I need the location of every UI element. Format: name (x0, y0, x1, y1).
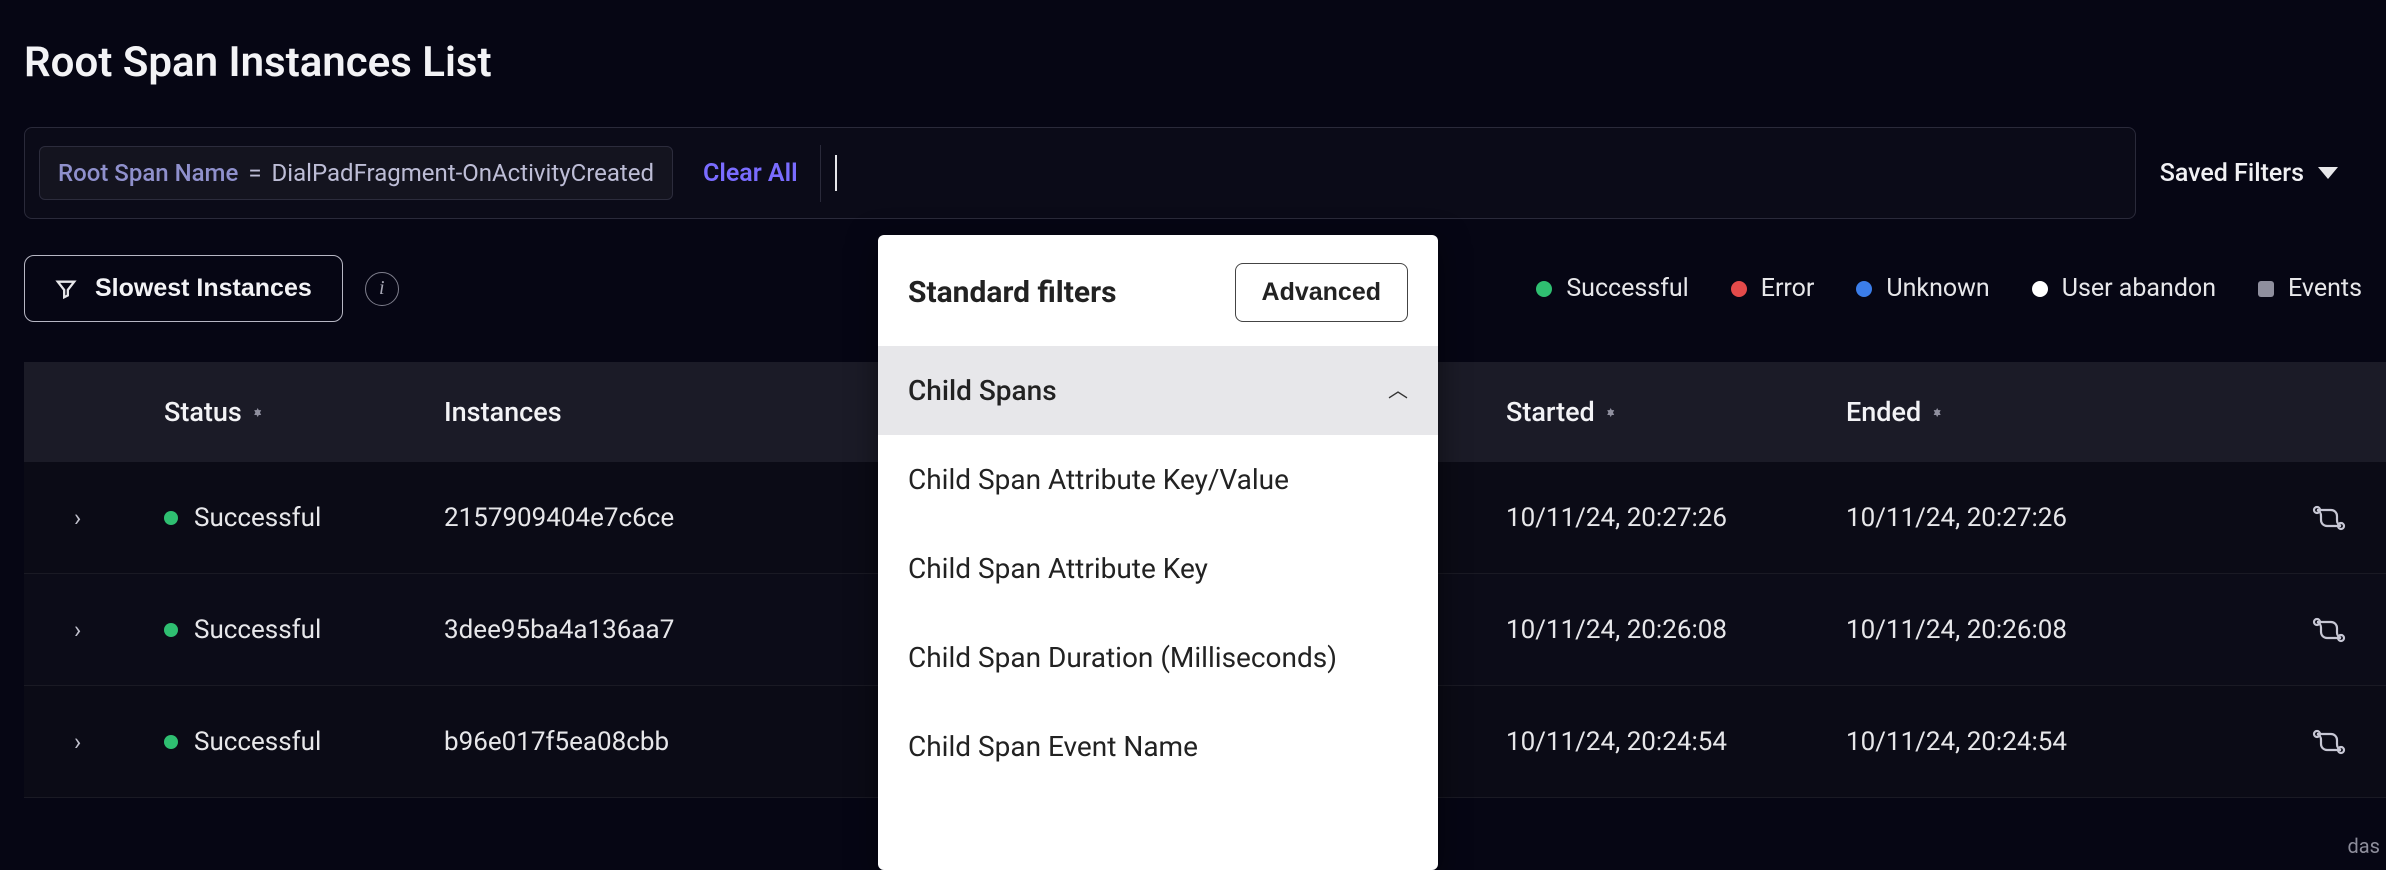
filter-chip-value: DialPadFragment-OnActivityCreated (271, 159, 654, 187)
trace-icon[interactable] (2312, 617, 2346, 643)
info-icon[interactable]: i (365, 272, 399, 306)
dropdown-item[interactable]: Child Span Attribute Key (878, 524, 1438, 613)
status-cell: Successful (164, 615, 444, 645)
expand-row-icon[interactable]: › (24, 728, 81, 756)
col-header-label: Instances (444, 396, 562, 428)
legend-user-abandon: User abandon (2032, 274, 2216, 303)
sort-icon: ▲▼ (252, 411, 264, 413)
legend-unknown: Unknown (1856, 274, 1989, 303)
legend-dot-successful (1536, 281, 1552, 297)
status-cell: Successful (164, 503, 444, 533)
dropdown-title: Standard filters (908, 275, 1116, 310)
col-header-started[interactable]: Started ▲▼ (1506, 396, 1846, 428)
status-text: Successful (194, 727, 321, 757)
dropdown-header: Standard filters Advanced (878, 235, 1438, 346)
sort-icon: ▲▼ (1605, 411, 1617, 413)
filter-bar[interactable]: Root Span Name = DialPadFragment-OnActiv… (24, 127, 2136, 219)
col-header-status[interactable]: Status ▲▼ (164, 396, 444, 428)
status-dot-icon (164, 735, 178, 749)
started-cell: 10/11/24, 20:26:08 (1506, 615, 1846, 645)
saved-filters-label: Saved Filters (2160, 159, 2304, 188)
col-header-label: Ended (1846, 396, 1921, 428)
sort-icon: ▲▼ (1931, 411, 1943, 413)
filter-chip-operator: = (248, 159, 261, 187)
legend-dot-user-abandon (2032, 281, 2048, 297)
trace-icon[interactable] (2312, 505, 2346, 531)
clear-all-button[interactable]: Clear All (681, 145, 821, 202)
legend-square-events (2258, 281, 2274, 297)
legend-label: Successful (1566, 274, 1688, 303)
dropdown-item[interactable]: Child Span Attribute Key/Value (878, 435, 1438, 524)
dropdown-group-child-spans[interactable]: Child Spans ﹀ (878, 346, 1438, 435)
legend-dot-error (1731, 281, 1747, 297)
legend-label: Unknown (1886, 274, 1989, 303)
saved-filters-dropdown[interactable]: Saved Filters (2160, 159, 2362, 188)
started-cell: 10/11/24, 20:27:26 (1506, 503, 1846, 533)
bottom-right-text: das (2348, 834, 2380, 858)
status-cell: Successful (164, 727, 444, 757)
filters-dropdown-panel: Standard filters Advanced Child Spans ﹀ … (878, 235, 1438, 870)
filter-icon (55, 278, 77, 300)
slowest-instances-button[interactable]: Slowest Instances (24, 255, 343, 322)
legend-error: Error (1731, 274, 1815, 303)
ended-cell: 10/11/24, 20:24:54 (1846, 727, 2186, 757)
legend-label: User abandon (2062, 274, 2216, 303)
status-dot-icon (164, 623, 178, 637)
filter-chip-key: Root Span Name (58, 159, 238, 187)
dropdown-item[interactable]: Child Span Event Name (878, 702, 1438, 791)
filter-chip-root-span-name[interactable]: Root Span Name = DialPadFragment-OnActiv… (39, 146, 673, 200)
filter-input-caret[interactable] (835, 155, 837, 191)
dropdown-group-label: Child Spans (908, 374, 1057, 407)
slowest-instances-label: Slowest Instances (95, 274, 312, 303)
advanced-button[interactable]: Advanced (1235, 263, 1408, 322)
chevron-down-icon (2318, 167, 2338, 179)
chevron-up-icon: ﹀ (1388, 376, 1408, 405)
legend-label: Error (1761, 274, 1815, 303)
started-cell: 10/11/24, 20:24:54 (1506, 727, 1846, 757)
col-header-label: Started (1506, 396, 1595, 428)
dropdown-item[interactable]: Child Span Duration (Milliseconds) (878, 613, 1438, 702)
status-text: Successful (194, 503, 321, 533)
filter-row: Root Span Name = DialPadFragment-OnActiv… (24, 127, 2362, 219)
status-text: Successful (194, 615, 321, 645)
expand-row-icon[interactable]: › (24, 504, 81, 532)
ended-cell: 10/11/24, 20:26:08 (1846, 615, 2186, 645)
legend-dot-unknown (1856, 281, 1872, 297)
status-dot-icon (164, 511, 178, 525)
status-legend: Successful Error Unknown User abandon Ev… (1536, 274, 2362, 303)
ended-cell: 10/11/24, 20:27:26 (1846, 503, 2186, 533)
legend-events: Events (2258, 274, 2362, 303)
trace-icon[interactable] (2312, 729, 2346, 755)
col-header-label: Status (164, 396, 242, 428)
col-header-ended[interactable]: Ended ▲▼ (1846, 396, 2186, 428)
legend-successful: Successful (1536, 274, 1688, 303)
legend-label: Events (2288, 274, 2362, 303)
expand-row-icon[interactable]: › (24, 616, 81, 644)
page-title: Root Span Instances List (0, 0, 2386, 87)
